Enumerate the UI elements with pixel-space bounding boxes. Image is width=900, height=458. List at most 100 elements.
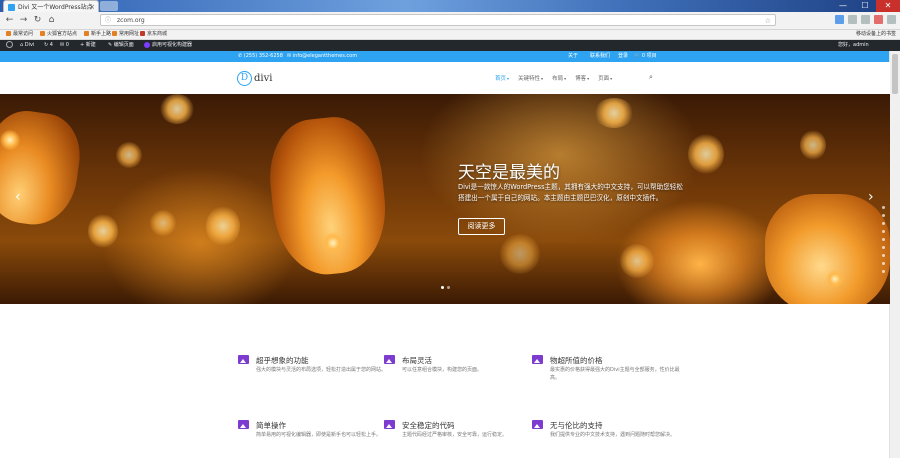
feature-description: 主题代码经过严格审核，安全可靠，运行稳定。 bbox=[402, 432, 508, 438]
home-icon[interactable]: ⌂ bbox=[46, 15, 57, 26]
scrollbar-thumb[interactable] bbox=[892, 54, 898, 94]
new-content-link[interactable]: + 新建 bbox=[80, 40, 96, 51]
section-dot[interactable] bbox=[882, 222, 885, 225]
slider-pagination bbox=[441, 286, 450, 289]
edit-page-link[interactable]: ✎ 编辑页面 bbox=[108, 40, 134, 51]
image-icon bbox=[532, 420, 543, 429]
forward-icon[interactable]: → bbox=[18, 15, 29, 26]
phone-number: ✆ (255) 352-6258 bbox=[238, 53, 283, 59]
extension-icon[interactable] bbox=[835, 15, 844, 24]
top-link-login[interactable]: 登录 bbox=[618, 51, 628, 62]
feature-blurb: 布局灵活 可以任意组合模块，构建您的页面。 bbox=[384, 355, 534, 385]
feature-description: 简单易用的可视化编辑器，即使是新手也可以轻松上手。 bbox=[256, 432, 382, 438]
prev-slide-arrow-icon[interactable]: ‹ bbox=[15, 189, 21, 205]
dot-navigation bbox=[882, 206, 885, 273]
image-icon bbox=[238, 355, 249, 364]
back-icon[interactable]: ← bbox=[4, 15, 15, 26]
top-link-contact[interactable]: 联系我们 bbox=[590, 51, 610, 62]
image-icon bbox=[384, 355, 395, 364]
section-dot[interactable] bbox=[882, 206, 885, 209]
flame-glow bbox=[322, 232, 344, 254]
main-header: D divi 首页▾ 关键特性▾ 布局▾ 博客▾ 页面▾ ⌕ bbox=[0, 62, 890, 95]
bokeh-light bbox=[800, 130, 826, 160]
tab-title: Divi 又一个WordPress站点 bbox=[18, 4, 93, 11]
account-icon[interactable] bbox=[874, 15, 883, 24]
section-dot[interactable] bbox=[882, 230, 885, 233]
menu-item-pages[interactable]: 页面▾ bbox=[598, 74, 612, 82]
url-input[interactable]: ⓘ zcom.org ☆ bbox=[100, 14, 776, 26]
screenshot-icon[interactable] bbox=[861, 15, 870, 24]
top-link-about[interactable]: 关于 bbox=[568, 51, 578, 62]
menu-item-features[interactable]: 关键特性▾ bbox=[518, 74, 543, 82]
bookmark-star-icon[interactable]: ☆ bbox=[765, 15, 771, 27]
updates-link[interactable]: ↻ 4 bbox=[44, 40, 53, 51]
divi-builder-icon bbox=[144, 41, 150, 48]
section-dot[interactable] bbox=[882, 254, 885, 257]
bookmark-item[interactable]: 最常访问 bbox=[6, 30, 33, 39]
favicon-icon bbox=[8, 4, 15, 11]
wordpress-logo-icon[interactable] bbox=[6, 40, 13, 51]
menu-item-blog[interactable]: 博客▾ bbox=[575, 74, 589, 82]
email-link[interactable]: ✉ info@elegantthemes.com bbox=[287, 51, 357, 62]
bokeh-light bbox=[150, 210, 176, 236]
toolbar-icons bbox=[835, 15, 896, 24]
bookmark-icon bbox=[84, 31, 89, 36]
section-dot[interactable] bbox=[882, 270, 885, 273]
admin-greeting[interactable]: 您好，admin bbox=[838, 40, 869, 51]
cart-link[interactable]: 🛒 0 项目 bbox=[634, 51, 657, 62]
image-icon bbox=[238, 420, 249, 429]
feature-blurb: 无与伦比的支持 我们提供专业的中文技术支持，遇到问题随时帮您解决。 bbox=[532, 420, 682, 450]
menu-item-home[interactable]: 首页▾ bbox=[495, 74, 509, 82]
reader-icon[interactable] bbox=[848, 15, 857, 24]
search-icon[interactable]: ⌕ bbox=[649, 73, 653, 82]
hero-slider: 天空是最美的 Divi是一款惊人的WordPress主题，其拥有强大的中文支持，… bbox=[0, 94, 890, 304]
navigation-toolbar: ← → ↻ ⌂ ⓘ zcom.org ☆ bbox=[0, 12, 900, 30]
visual-builder-link[interactable]: 启用可视化构建器 bbox=[144, 40, 192, 51]
site-logo[interactable]: D divi bbox=[237, 70, 272, 87]
site-info-icon[interactable]: ⓘ bbox=[105, 15, 111, 27]
close-window-button[interactable]: ✕ bbox=[876, 0, 900, 12]
bokeh-light bbox=[160, 94, 194, 124]
bookmark-item[interactable]: 常用网址 bbox=[112, 30, 139, 39]
minimize-button[interactable]: — bbox=[832, 0, 854, 12]
feature-blurb: 物超所值的价格 最实惠的价格获得最强大的Divi主题与全部服务，性价比最高。 bbox=[532, 355, 682, 385]
bokeh-light bbox=[206, 206, 240, 246]
bookmark-item[interactable]: 京东商城 bbox=[140, 30, 167, 39]
feature-title: 安全稳定的代码 bbox=[402, 421, 455, 430]
menu-icon[interactable] bbox=[887, 15, 896, 24]
section-dot[interactable] bbox=[882, 238, 885, 241]
comments-link[interactable]: ✉ 0 bbox=[60, 40, 69, 51]
bokeh-light bbox=[500, 234, 540, 274]
bookmark-item[interactable]: 火狐官方站点 bbox=[40, 30, 77, 39]
feature-description: 最实惠的价格获得最强大的Divi主题与全部服务，性价比最高。 bbox=[550, 367, 680, 381]
reload-icon[interactable]: ↻ bbox=[32, 15, 43, 26]
read-more-button[interactable]: 阅读更多 bbox=[458, 218, 505, 235]
admin-site-link[interactable]: ⌂ Divi bbox=[20, 40, 34, 51]
section-dot[interactable] bbox=[882, 246, 885, 249]
next-slide-arrow-icon[interactable]: › bbox=[868, 189, 874, 205]
feature-blurb: 安全稳定的代码 主题代码经过严格审核，安全可靠，运行稳定。 bbox=[384, 420, 534, 450]
image-icon bbox=[532, 355, 543, 364]
feature-blurb: 超乎想象的功能 强大的模块与灵活的布局选项，轻松打造出属于您的网站。 bbox=[238, 355, 388, 385]
slide-dot[interactable] bbox=[441, 286, 444, 289]
wp-admin-bar: ⌂ Divi ↻ 4 ✉ 0 + 新建 ✎ 编辑页面 启用可视化构建器 您好，a… bbox=[0, 40, 900, 51]
new-tab-button[interactable] bbox=[100, 1, 118, 11]
lantern-image bbox=[765, 194, 890, 304]
page-scrollbar[interactable] bbox=[889, 51, 900, 458]
menu-item-layouts[interactable]: 布局▾ bbox=[552, 74, 566, 82]
section-dot[interactable] bbox=[882, 262, 885, 265]
primary-menu: 首页▾ 关键特性▾ 布局▾ 博客▾ 页面▾ bbox=[495, 74, 621, 82]
bookmark-icon bbox=[6, 31, 11, 36]
maximize-button[interactable]: ☐ bbox=[854, 0, 876, 12]
bookmark-icon bbox=[112, 31, 117, 36]
bookmarks-bar: 最常访问 火狐官方站点 新手上路 常用网址 京东商城 移动设备上的书签 bbox=[0, 30, 900, 40]
bokeh-light bbox=[116, 142, 142, 168]
section-dot[interactable] bbox=[882, 214, 885, 217]
slide-dot[interactable] bbox=[447, 286, 450, 289]
bokeh-light bbox=[88, 214, 118, 248]
feature-title: 无与伦比的支持 bbox=[550, 421, 603, 430]
flame-glow bbox=[826, 270, 844, 288]
mobile-bookmarks[interactable]: 移动设备上的书签 bbox=[856, 30, 896, 39]
feature-description: 我们提供专业的中文技术支持，遇到问题随时帮您解决。 bbox=[550, 432, 676, 438]
bookmark-item[interactable]: 新手上路 bbox=[84, 30, 111, 39]
